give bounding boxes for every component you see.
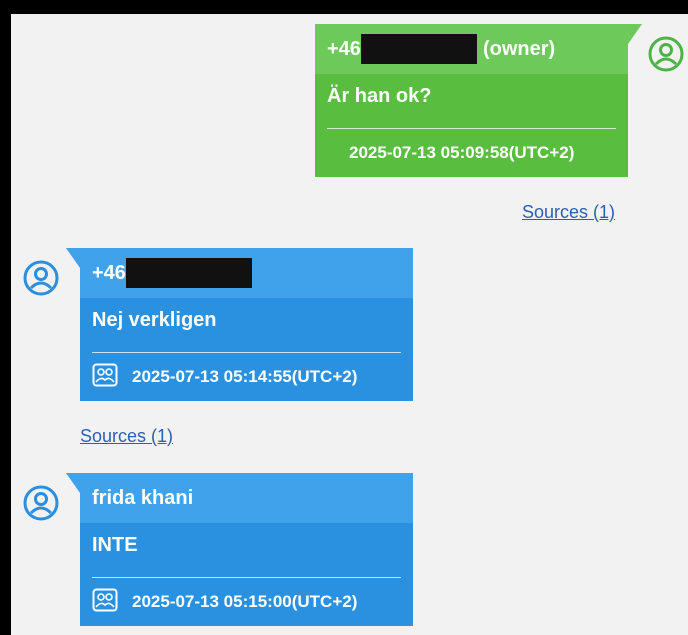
bubble-tail — [66, 473, 80, 493]
user-avatar-icon — [648, 36, 684, 72]
sender-phone-prefix: +46 — [327, 37, 361, 60]
message-footer: 2025-07-13 05:09:58(UTC+2) — [315, 129, 628, 177]
message-bubble: +46 Nej verkligen 2025-07-13 05:14:55(UT… — [66, 248, 413, 401]
message-bubble: frida khani INTE 2025-07-13 05:15:00(UTC… — [66, 473, 413, 626]
message-footer: 2025-07-13 05:14:55(UTC+2) — [80, 353, 413, 401]
sender-phone-prefix: +46 — [92, 261, 126, 284]
message-footer: 2025-07-13 05:15:00(UTC+2) — [80, 578, 413, 626]
message-text: INTE — [80, 523, 413, 567]
redaction-block — [360, 34, 477, 64]
redaction-block — [125, 258, 252, 288]
message-timestamp: 2025-07-13 05:15:00(UTC+2) — [132, 592, 358, 611]
message-timestamp: 2025-07-13 05:14:55(UTC+2) — [132, 367, 358, 386]
bubble-tail — [66, 248, 80, 268]
message-text: Är han ok? — [315, 74, 628, 118]
sender-role: (owner) — [482, 37, 556, 60]
message-sender: frida khani — [80, 473, 413, 523]
message-timestamp: 2025-07-13 05:09:58(UTC+2) — [349, 143, 575, 162]
group-chat-icon — [92, 588, 118, 617]
sources-link[interactable]: Sources (1) — [522, 202, 615, 223]
group-chat-icon — [92, 363, 118, 392]
user-avatar-icon — [23, 485, 59, 521]
chat-view: +46 (owner) Är han ok? 2025-07-13 05:09:… — [11, 14, 688, 635]
user-avatar-icon — [23, 260, 59, 296]
message-sender: +46 (owner) — [315, 24, 628, 74]
message-text: Nej verkligen — [80, 298, 413, 342]
bubble-tail — [628, 24, 642, 44]
message-sender: +46 — [80, 248, 413, 298]
sender-name: frida khani — [92, 486, 194, 509]
message-bubble-owner: +46 (owner) Är han ok? 2025-07-13 05:09:… — [315, 24, 642, 177]
sources-link[interactable]: Sources (1) — [80, 426, 173, 447]
